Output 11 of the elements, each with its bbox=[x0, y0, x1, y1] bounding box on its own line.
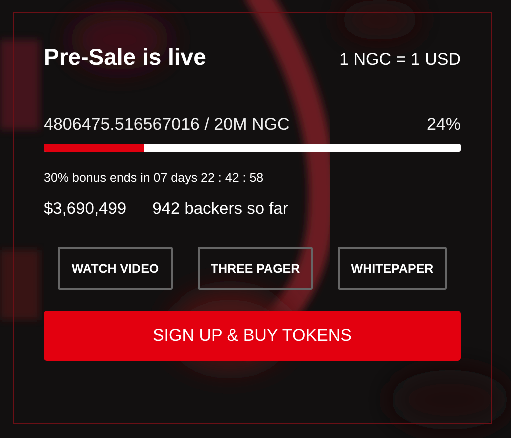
backers-count: 942 backers so far bbox=[152, 200, 288, 219]
link-button[interactable]: WHITEPAPER bbox=[338, 247, 447, 290]
bonus-countdown: 30% bonus ends in 07 days 22 : 42 : 58 bbox=[44, 171, 265, 185]
link-button[interactable]: THREE PAGER bbox=[198, 247, 313, 290]
total-raised: $3,690,499 bbox=[44, 200, 127, 219]
link-button[interactable]: WATCH VIDEO bbox=[58, 247, 173, 290]
percent-label: 24% bbox=[426, 115, 461, 135]
exchange-rate: 1 NGC = 1 USD bbox=[340, 50, 461, 70]
raised-amount: 4806475.516567016 / 20M NGC bbox=[44, 115, 290, 135]
buy-tokens-button[interactable]: SIGN UP & BUY TOKENS bbox=[44, 311, 461, 361]
title: Pre-Sale is live bbox=[44, 44, 206, 71]
